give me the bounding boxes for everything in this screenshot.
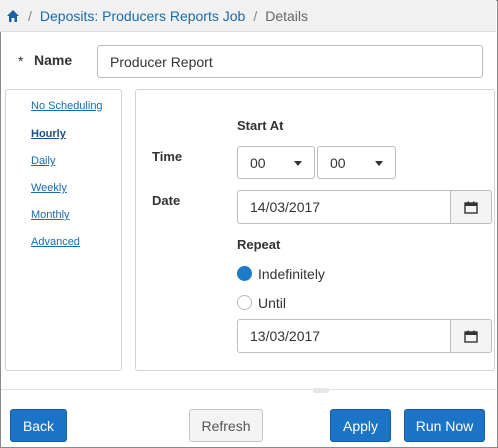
schedule-hourly-link[interactable]: Hourly (31, 128, 66, 140)
breadcrumb-separator: / (253, 7, 258, 24)
home-icon[interactable] (6, 9, 20, 23)
calendar-icon (464, 330, 478, 343)
refresh-button[interactable]: Refresh (189, 409, 263, 442)
chevron-down-icon (294, 161, 302, 166)
breadcrumb-current: Details (265, 7, 309, 24)
minute-select[interactable]: 00 (317, 146, 396, 179)
start-date-calendar-button[interactable] (451, 190, 492, 224)
name-input[interactable]: Producer Report (97, 45, 483, 78)
start-date-input[interactable]: 14/03/2017 (237, 190, 451, 224)
schedule-daily-link[interactable]: Daily (31, 155, 55, 167)
until-date-calendar-button[interactable] (451, 319, 492, 353)
time-label: Time (152, 149, 183, 164)
chevron-down-icon (375, 161, 383, 166)
repeat-until-label[interactable]: Until (258, 295, 286, 311)
start-at-heading: Start At (237, 118, 284, 133)
hour-value: 00 (250, 154, 266, 171)
back-button[interactable]: Back (10, 409, 67, 442)
calendar-icon (464, 201, 478, 214)
required-marker: * (18, 53, 24, 69)
hour-select[interactable]: 00 (237, 146, 315, 179)
apply-button[interactable]: Apply (330, 409, 391, 442)
repeat-until-radio[interactable] (237, 295, 252, 310)
name-label: Name (34, 52, 73, 68)
schedule-weekly-link[interactable]: Weekly (31, 182, 67, 194)
footer-divider (1, 389, 497, 390)
schedule-monthly-link[interactable]: Monthly (31, 209, 70, 221)
repeat-indefinitely-label[interactable]: Indefinitely (258, 266, 325, 282)
date-label: Date (152, 193, 181, 208)
schedule-advanced-link[interactable]: Advanced (31, 236, 80, 248)
breadcrumb-separator: / (28, 7, 32, 24)
schedule-no-scheduling-link[interactable]: No Scheduling (31, 100, 103, 112)
schedule-type-list: No Scheduling Hourly Daily Weekly Monthl… (5, 89, 122, 371)
run-now-button[interactable]: Run Now (404, 409, 485, 442)
breadcrumb-parent-link[interactable]: Deposits: Producers Reports Job (40, 8, 245, 24)
repeat-indefinitely-radio[interactable] (237, 266, 252, 281)
repeat-heading: Repeat (237, 237, 281, 252)
until-date-input[interactable]: 13/03/2017 (237, 319, 451, 353)
resize-handle[interactable] (313, 388, 329, 393)
minute-value: 00 (330, 154, 346, 171)
breadcrumb: / Deposits: Producers Reports Job / Deta… (0, 0, 496, 32)
